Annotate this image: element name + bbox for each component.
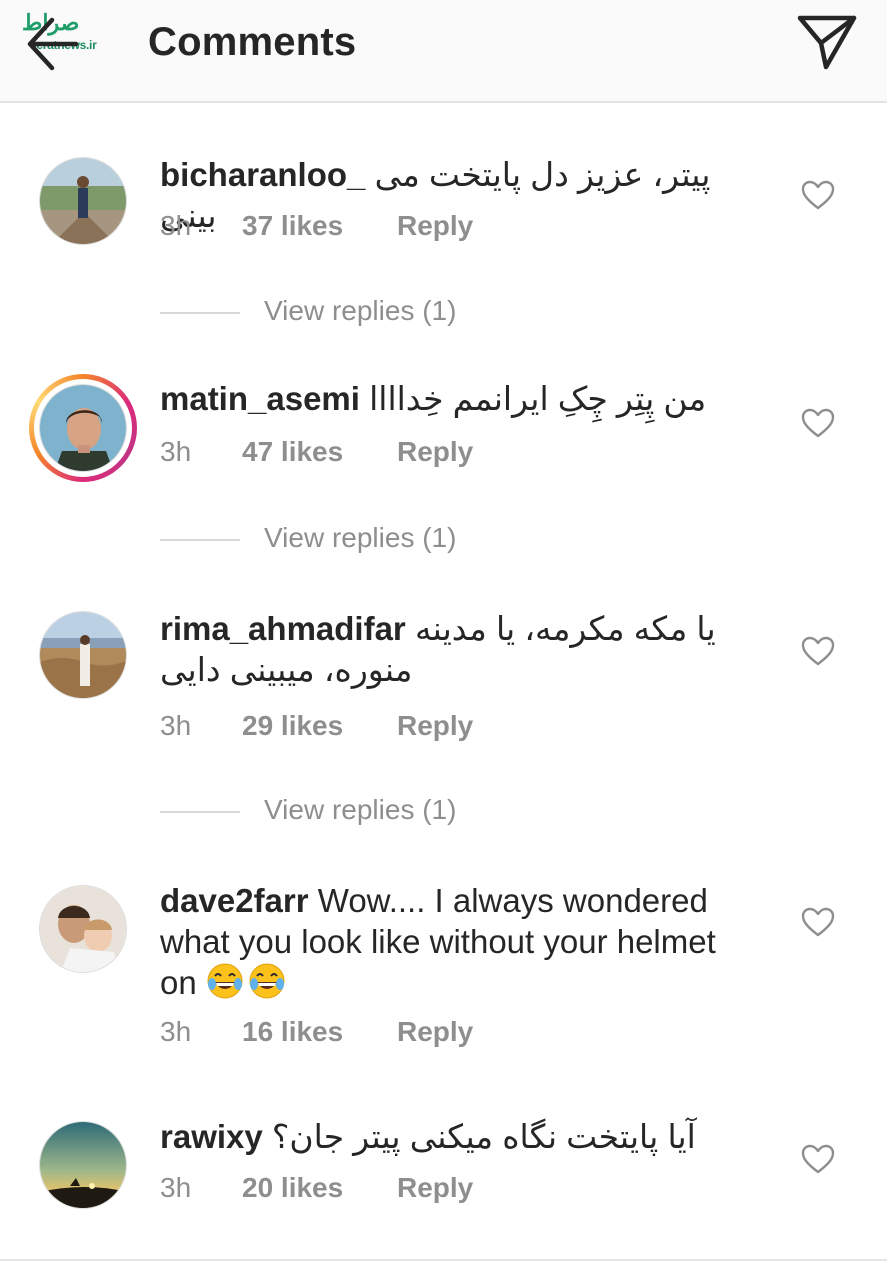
comment-text: من پِتِر چِکِ ایرانمم خِداااا (369, 380, 707, 417)
comment-time: 3h (160, 436, 192, 467)
page-title: Comments (148, 20, 357, 64)
likes-count[interactable]: 16 likes (242, 1016, 343, 1048)
reply-button[interactable]: Reply (397, 1016, 473, 1048)
heart-icon[interactable] (801, 180, 835, 212)
view-replies-label: View replies (1) (264, 794, 457, 825)
story-ring[interactable] (29, 374, 137, 482)
reply-button[interactable]: Reply (397, 436, 473, 468)
comment-username[interactable]: bicharanloo_ (160, 156, 365, 193)
likes-count[interactable]: 37 likes (242, 210, 343, 242)
view-replies-label: View replies (1) (264, 295, 457, 326)
comment-time: 3h (160, 710, 192, 741)
view-replies-label: View replies (1) (264, 522, 457, 553)
comment-username[interactable]: matin_asemi (160, 380, 360, 417)
bottom-divider (0, 1259, 887, 1261)
arrow-left-icon (27, 17, 79, 71)
share-button[interactable] (796, 14, 858, 72)
comment-username[interactable]: rima_ahmadifar (160, 610, 406, 647)
laughing-emoji-icon (249, 963, 285, 999)
comment-time: 3h (160, 210, 192, 241)
avatar[interactable] (39, 384, 127, 472)
comment-username[interactable]: rawixy (160, 1118, 263, 1155)
reply-button[interactable]: Reply (397, 1172, 473, 1204)
likes-count[interactable]: 47 likes (242, 436, 343, 468)
comment-text: آیا پایتخت نگاه میکنی پیتر جان؟ (271, 1118, 696, 1155)
divider-line (160, 539, 240, 541)
heart-icon[interactable] (801, 1144, 835, 1176)
view-replies-button[interactable]: View replies (1) (160, 794, 560, 828)
comment-time: 3h (160, 1016, 192, 1047)
header-bar: صراط seratnews.ir Comments (0, 0, 887, 103)
view-replies-button[interactable]: View replies (1) (160, 295, 560, 329)
divider-line (160, 312, 240, 314)
avatar[interactable] (39, 611, 127, 699)
likes-count[interactable]: 20 likes (242, 1172, 343, 1204)
laughing-emoji-icon (207, 963, 243, 999)
divider-line (160, 811, 240, 813)
comment-time: 3h (160, 1172, 192, 1203)
reply-button[interactable]: Reply (397, 710, 473, 742)
avatar[interactable] (39, 157, 127, 245)
reply-button[interactable]: Reply (397, 210, 473, 242)
paper-plane-icon (797, 15, 857, 70)
heart-icon[interactable] (801, 408, 835, 440)
view-replies-button[interactable]: View replies (1) (160, 522, 560, 556)
avatar[interactable] (39, 1121, 127, 1209)
back-button[interactable] (22, 14, 82, 74)
heart-icon[interactable] (801, 636, 835, 668)
emoji-group (206, 963, 290, 1001)
comment-username[interactable]: dave2farr (160, 882, 309, 919)
likes-count[interactable]: 29 likes (242, 710, 343, 742)
avatar[interactable] (39, 885, 127, 973)
heart-icon[interactable] (801, 907, 835, 939)
